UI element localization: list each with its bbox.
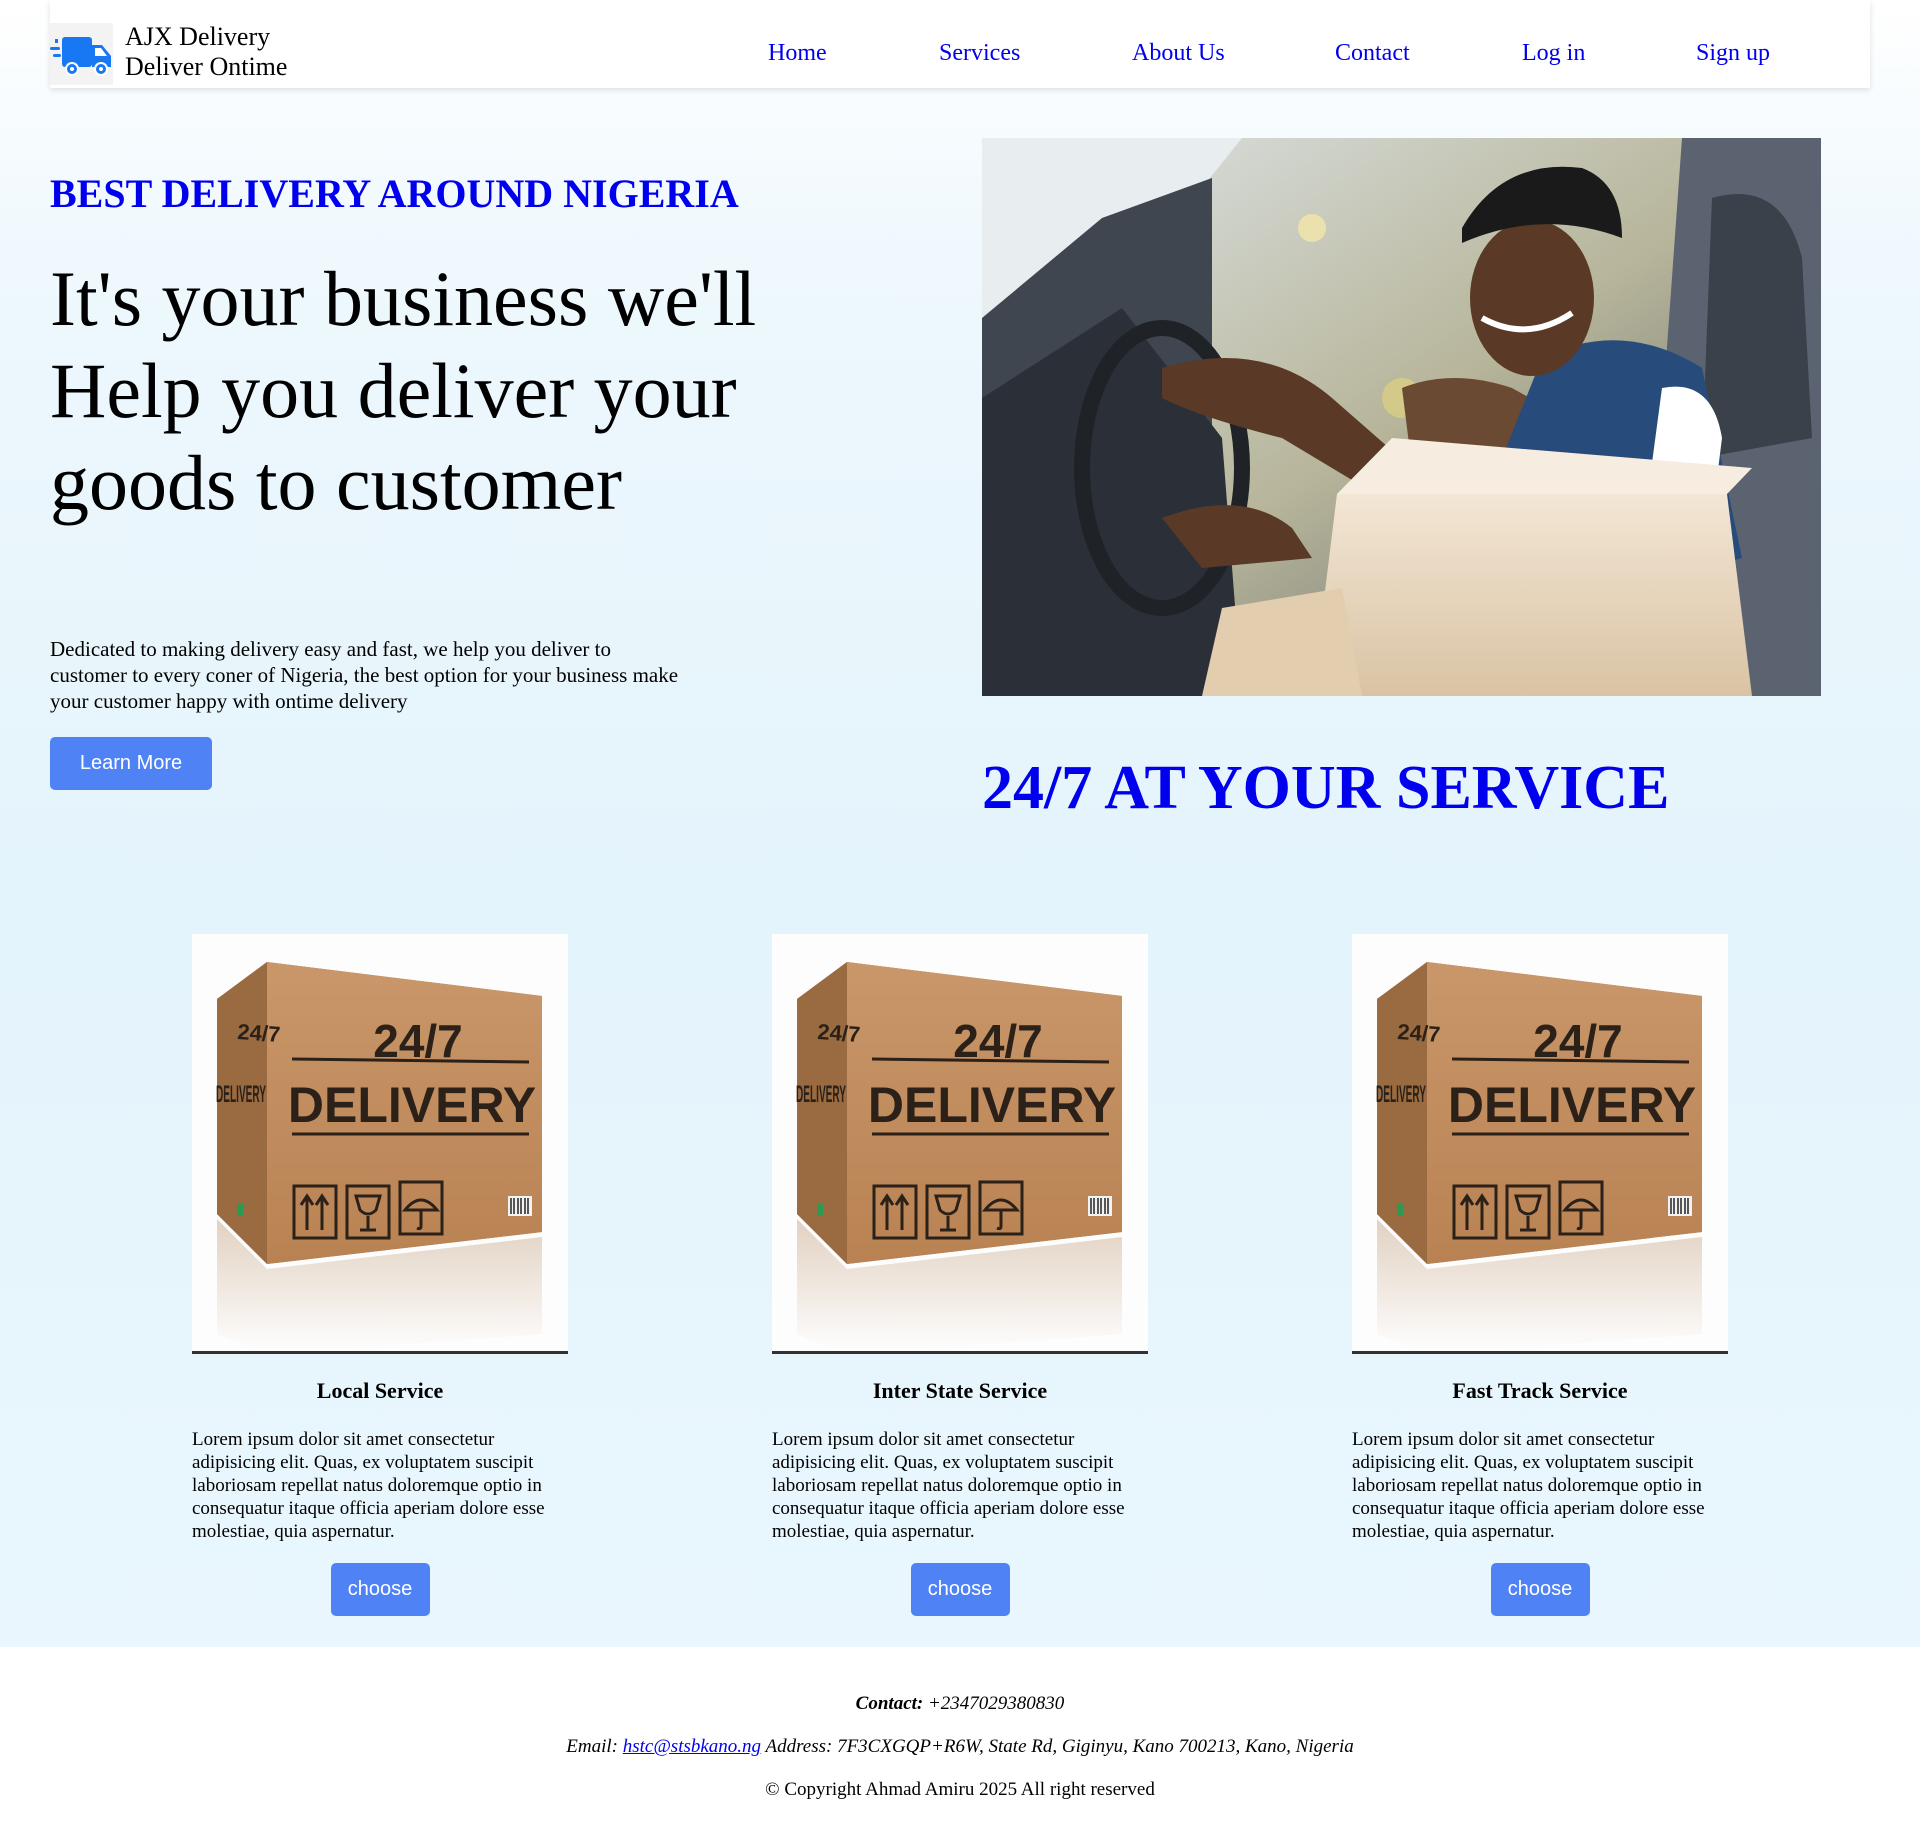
copyright: © Copyright Ahmad Amiru 2025 All right r…: [765, 1779, 1155, 1800]
logo[interactable]: [50, 23, 113, 85]
box-text-delivery: DELIVERY: [1448, 1077, 1696, 1133]
nav-contact[interactable]: Contact: [1335, 40, 1410, 67]
choose-fast-track-service-button[interactable]: choose: [1490, 1563, 1590, 1616]
box-side-text-delivery: DELIVERY: [796, 1081, 846, 1108]
service-title: Inter State Service: [872, 1378, 1048, 1403]
footer-email-address: Email: hstc@stsbkano.ng Address: 7F3CXGQ…: [0, 1736, 1920, 1758]
service-description: Lorem ipsum dolor sit amet consectetur a…: [772, 1429, 1125, 1542]
service-card-inter-state: 24/7 DELIVERY 24/7 DELIVERY Inter State …: [772, 934, 1148, 1616]
choose-inter-state-service-button[interactable]: choose: [910, 1563, 1010, 1616]
barcode-icon: [1668, 1196, 1692, 1216]
service-title: Fast Track Service: [1452, 1378, 1628, 1403]
service-description: Lorem ipsum dolor sit amet consectetur a…: [1352, 1429, 1705, 1542]
contact-label: Contact:: [855, 1693, 924, 1714]
service-title: Local Service: [316, 1378, 444, 1403]
nav-about-us[interactable]: About Us: [1132, 40, 1225, 67]
box-side-text-delivery: DELIVERY: [216, 1081, 266, 1108]
service-description: Lorem ipsum dolor sit amet consectetur a…: [192, 1429, 545, 1542]
choose-local-service-button[interactable]: choose: [330, 1563, 430, 1616]
delivery-truck-icon: [50, 37, 111, 76]
email-link[interactable]: hstc@stsbkano.ng: [623, 1736, 761, 1757]
delivery-box-image: 24/7 DELIVERY 24/7 DELIVERY: [772, 934, 1148, 1354]
site-header: AJX Delivery Deliver Ontime Home Service…: [50, 0, 1870, 88]
box-text-247: 24/7: [1533, 1015, 1623, 1067]
site-footer: Contact: +2347029380830 Email: hstc@stsb…: [0, 1647, 1920, 1823]
brand-name: AJX Delivery: [125, 22, 271, 51]
nav-home[interactable]: Home: [768, 40, 827, 67]
hero-eyebrow: BEST DELIVERY AROUND NIGERIA: [50, 171, 739, 216]
footer-address: Address: 7F3CXGQP+R6W, State Rd, Giginyu…: [765, 1736, 1354, 1757]
box-text-delivery: DELIVERY: [868, 1077, 1116, 1133]
email-label: Email:: [566, 1736, 618, 1757]
contact-phone: +2347029380830: [927, 1693, 1065, 1714]
box-side-text-247: 24/7: [237, 1019, 281, 1047]
box-side-text-247: 24/7: [1397, 1019, 1441, 1047]
box-text-delivery: DELIVERY: [288, 1077, 536, 1133]
hero-description: Dedicated to making delivery easy and fa…: [50, 637, 679, 713]
nav-log-in[interactable]: Log in: [1522, 40, 1585, 67]
barcode-icon: [508, 1196, 532, 1216]
delivery-box-image: 24/7 DELIVERY 24/7 DELIVERY: [192, 934, 568, 1354]
service-card-local: 24/7 DELIVERY 24/7 DELIVERY Local Servic…: [192, 934, 568, 1616]
brand-slogan: Deliver Ontime: [125, 52, 288, 81]
box-text-247: 24/7: [953, 1015, 1043, 1067]
barcode-icon: [1088, 1196, 1112, 1216]
box-text-247: 24/7: [373, 1015, 463, 1067]
nav-sign-up[interactable]: Sign up: [1696, 40, 1770, 67]
learn-more-button[interactable]: Learn More: [50, 737, 212, 790]
delivery-box-image: 24/7 DELIVERY 24/7 DELIVERY: [1352, 934, 1728, 1354]
service-tagline: 24/7 AT YOUR SERVICE: [982, 754, 1670, 822]
box-side-text-247: 24/7: [817, 1019, 861, 1047]
nav-services[interactable]: Services: [939, 40, 1020, 67]
hero-image-delivery-driver: [982, 138, 1821, 696]
hero-title: It's your business we'll Help you delive…: [50, 255, 757, 526]
service-card-fast-track: 24/7 DELIVERY 24/7 DELIVERY Fast Track S…: [1352, 934, 1728, 1616]
footer-contact: Contact: +2347029380830: [0, 1693, 1920, 1715]
box-side-text-delivery: DELIVERY: [1376, 1081, 1426, 1108]
